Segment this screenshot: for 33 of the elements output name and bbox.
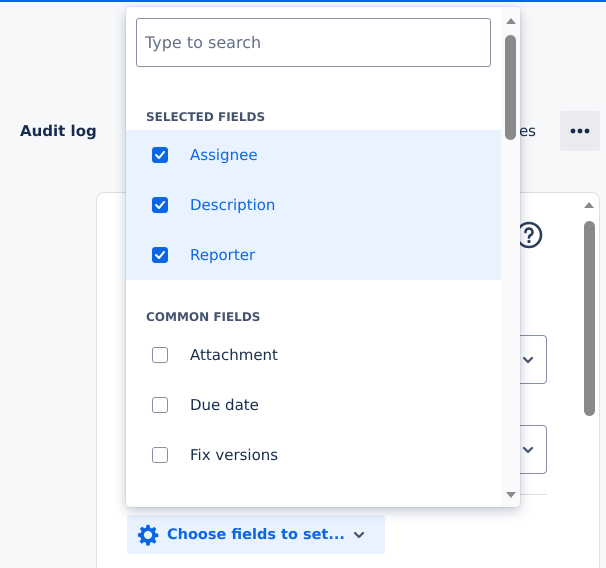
checkbox[interactable] [152,447,168,463]
chevron-down-icon [522,356,534,364]
field-option[interactable]: Attachment [126,330,501,380]
scroll-down-icon[interactable] [504,491,516,499]
more-icon [570,128,590,134]
scrollbar[interactable] [501,7,520,507]
section-heading: COMMON FIELDS [145,309,262,326]
checkbox[interactable] [152,147,168,163]
chevron-down-icon [352,530,365,538]
checkbox[interactable] [152,347,168,363]
field-option[interactable]: Reporter [126,230,501,280]
page-title: Audit log [20,122,98,140]
checkbox[interactable] [152,397,168,413]
scrollbar-thumb[interactable] [584,221,594,416]
choose-fields-button[interactable]: Choose fields to set... [127,515,385,554]
field-option[interactable]: Fix versions [126,430,501,480]
scroll-up-icon[interactable] [504,17,516,25]
field-option[interactable]: Assignee [126,130,501,180]
field-option[interactable]: Due date [126,380,501,430]
settings-icon [137,524,159,546]
checkmark-icon [155,151,165,159]
checkbox[interactable] [152,197,168,213]
checkmark-icon [155,201,165,209]
section-heading: SELECTED FIELDS [145,109,266,126]
search-field[interactable]: Type to search [136,18,491,67]
field-option[interactable]: Description [126,180,501,230]
checkbox[interactable] [152,247,168,263]
scrollbar-thumb[interactable] [505,35,516,140]
scroll-up-icon[interactable] [583,201,595,209]
checkmark-icon [155,251,165,259]
more-button[interactable] [560,111,600,151]
tab-label[interactable]: es [518,122,536,140]
chevron-down-icon [522,446,534,454]
